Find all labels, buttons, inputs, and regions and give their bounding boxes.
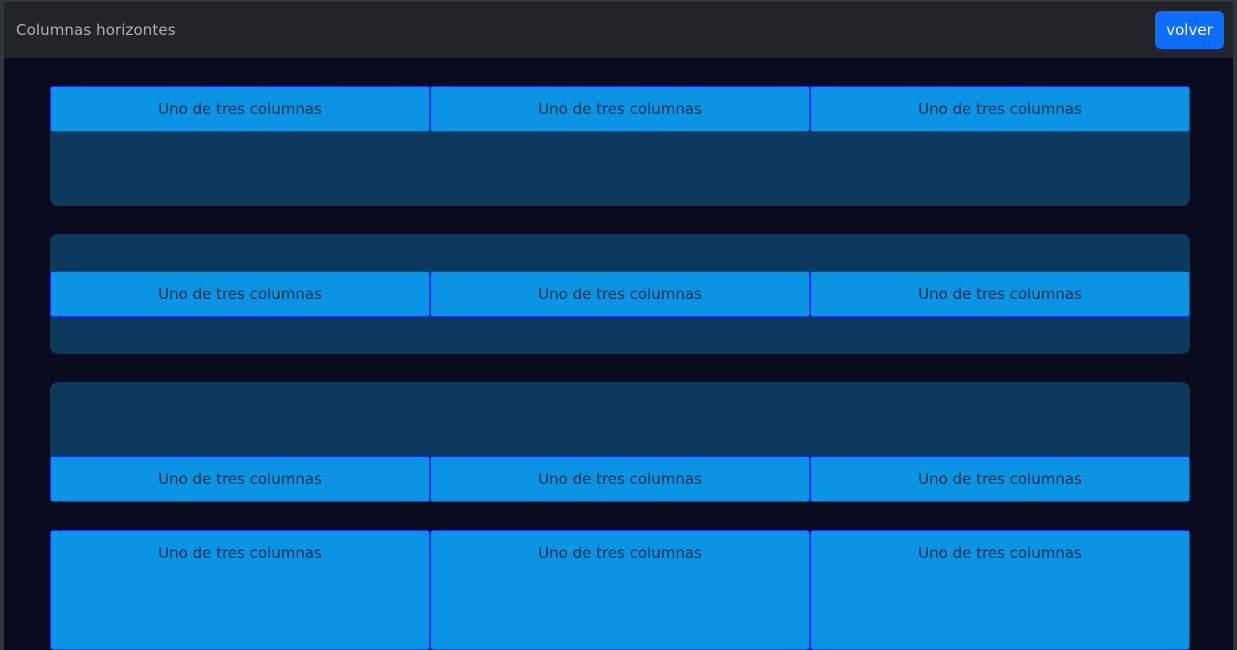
column-cell: Uno de tres columnas [810, 530, 1190, 650]
browser-viewport: Columnas horizontes volver Uno de tres c… [0, 0, 1237, 650]
column-cell: Uno de tres columnas [50, 530, 430, 650]
top-navbar: Columnas horizontes [4, 2, 1233, 58]
page-title: Columnas horizontes [16, 21, 176, 39]
column-group: Uno de tres columnas Uno de tres columna… [50, 86, 1190, 132]
column-cell: Uno de tres columnas [810, 271, 1190, 317]
column-cell: Uno de tres columnas [50, 456, 430, 502]
row-align-center: Uno de tres columnas Uno de tres columna… [50, 234, 1190, 354]
column-cell: Uno de tres columnas [810, 86, 1190, 132]
column-group: Uno de tres columnas Uno de tres columna… [50, 456, 1190, 502]
column-cell: Uno de tres columnas [50, 86, 430, 132]
column-group: Uno de tres columnas Uno de tres columna… [50, 530, 1190, 650]
row-align-start: Uno de tres columnas Uno de tres columna… [50, 86, 1190, 206]
column-group: Uno de tres columnas Uno de tres columna… [50, 271, 1190, 317]
row-align-end: Uno de tres columnas Uno de tres columna… [50, 382, 1190, 502]
column-cell: Uno de tres columnas [430, 530, 810, 650]
column-cell: Uno de tres columnas [430, 456, 810, 502]
column-cell: Uno de tres columnas [810, 456, 1190, 502]
column-cell: Uno de tres columnas [50, 271, 430, 317]
back-button[interactable]: volver [1155, 11, 1224, 49]
row-stretch: Uno de tres columnas Uno de tres columna… [50, 530, 1190, 650]
column-cell: Uno de tres columnas [430, 86, 810, 132]
column-cell: Uno de tres columnas [430, 271, 810, 317]
